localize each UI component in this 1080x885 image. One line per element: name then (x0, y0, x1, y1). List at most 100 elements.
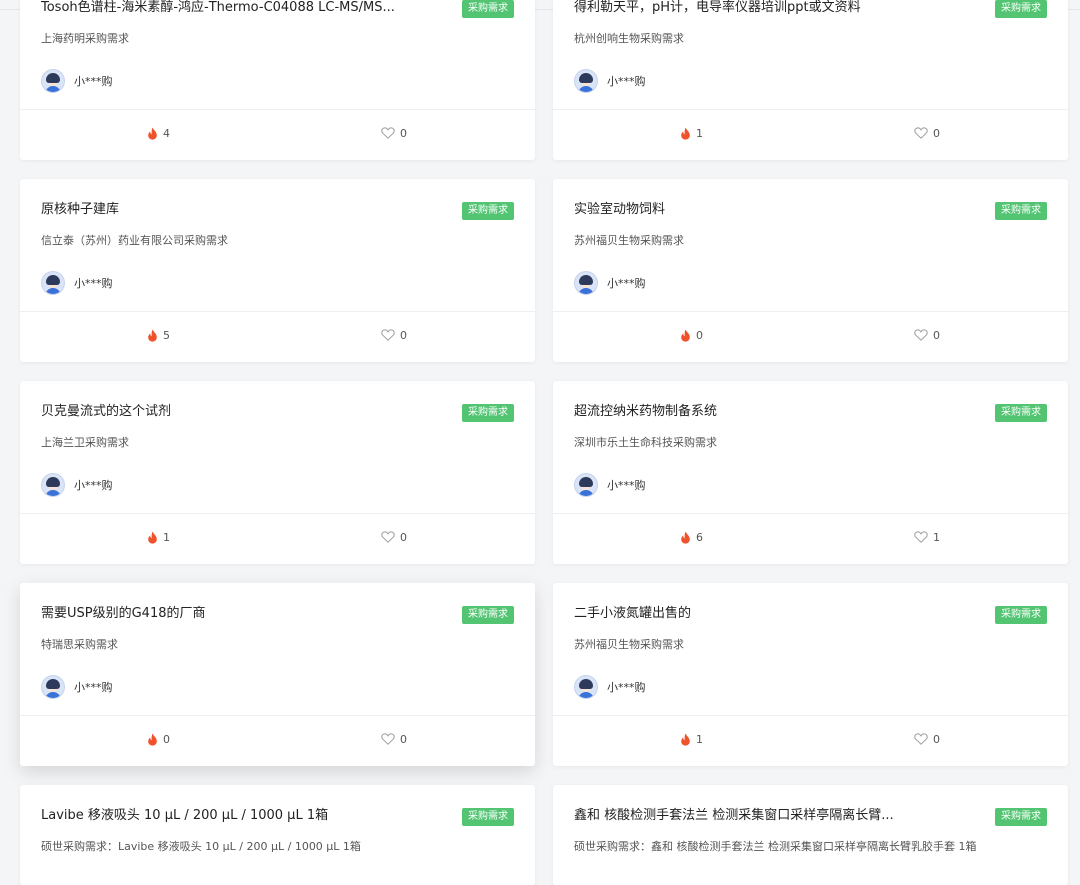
request-card[interactable]: 实验室动物饲料 采购需求 苏州福贝生物采购需求 小***购 0 0 (553, 179, 1068, 362)
card-company: 苏州福贝生物采购需求 (574, 638, 684, 651)
favorite-count[interactable]: 0 (381, 125, 407, 141)
hot-count: 6 (680, 529, 703, 545)
card-company: 硕世采购需求：Lavibe 移液吸头 10 µL / 200 µL / 1000… (41, 840, 361, 853)
favorite-value: 0 (933, 328, 940, 342)
avatar (574, 473, 598, 497)
heart-icon[interactable] (914, 329, 928, 341)
card-user: 小***购 (574, 675, 646, 699)
status-badge: 采购需求 (462, 808, 514, 826)
card-company: 上海药明采购需求 (41, 32, 129, 45)
hot-value: 0 (696, 328, 703, 342)
username: 小***购 (607, 277, 646, 290)
avatar (574, 69, 598, 93)
card-company: 杭州创响生物采购需求 (574, 32, 684, 45)
card-user: 小***购 (41, 675, 113, 699)
card-title[interactable]: 实验室动物饲料 (574, 201, 974, 219)
hot-value: 6 (696, 530, 703, 544)
card-divider (553, 311, 1068, 312)
favorite-value: 0 (933, 126, 940, 140)
card-title[interactable]: Lavibe 移液吸头 10 µL / 200 µL / 1000 µL 1箱 (41, 807, 441, 825)
favorite-count[interactable]: 0 (914, 731, 940, 747)
card-title[interactable]: 得利勒天平，pH计，电导率仪器培训ppt或文资料 (574, 0, 974, 17)
favorite-count[interactable]: 0 (381, 529, 407, 545)
card-company: 深圳市乐土生命科技采购需求 (574, 436, 717, 449)
flame-icon (680, 329, 691, 342)
hot-count: 4 (147, 125, 170, 141)
request-card[interactable]: 得利勒天平，pH计，电导率仪器培训ppt或文资料 采购需求 杭州创响生物采购需求… (553, 0, 1068, 160)
card-user: 小***购 (41, 69, 113, 93)
hot-value: 1 (696, 126, 703, 140)
flame-icon (147, 127, 158, 140)
request-card[interactable]: 贝克曼流式的这个试剂 采购需求 上海兰卫采购需求 小***购 1 0 (20, 381, 535, 564)
card-divider (20, 513, 535, 514)
favorite-value: 0 (400, 126, 407, 140)
favorite-value: 0 (400, 732, 407, 746)
flame-icon (147, 733, 158, 746)
heart-icon[interactable] (381, 733, 395, 745)
card-user: 小***购 (574, 69, 646, 93)
card-company: 上海兰卫采购需求 (41, 436, 129, 449)
request-card[interactable]: 超流控纳米药物制备系统 采购需求 深圳市乐土生命科技采购需求 小***购 6 1 (553, 381, 1068, 564)
avatar (574, 675, 598, 699)
status-badge: 采购需求 (462, 202, 514, 220)
card-title[interactable]: 超流控纳米药物制备系统 (574, 403, 974, 421)
favorite-count[interactable]: 0 (914, 125, 940, 141)
status-badge: 采购需求 (462, 0, 514, 18)
username: 小***购 (74, 277, 113, 290)
card-company: 特瑞思采购需求 (41, 638, 118, 651)
card-title[interactable]: Tosoh色谱柱-海米素醇-鸿应-Thermo-C04088 LC-MS/MS.… (41, 0, 441, 17)
card-divider (20, 311, 535, 312)
favorite-count[interactable]: 1 (914, 529, 940, 545)
card-title[interactable]: 需要USP级别的G418的厂商 (41, 605, 441, 623)
favorite-count[interactable]: 0 (381, 327, 407, 343)
request-card[interactable]: 需要USP级别的G418的厂商 采购需求 特瑞思采购需求 小***购 0 0 (20, 583, 535, 766)
card-title[interactable]: 贝克曼流式的这个试剂 (41, 403, 441, 421)
heart-icon[interactable] (381, 531, 395, 543)
request-card[interactable]: 二手小液氮罐出售的 采购需求 苏州福贝生物采购需求 小***购 1 0 (553, 583, 1068, 766)
favorite-value: 0 (400, 530, 407, 544)
flame-icon (680, 127, 691, 140)
request-card[interactable]: Lavibe 移液吸头 10 µL / 200 µL / 1000 µL 1箱 … (20, 785, 535, 885)
card-divider (553, 109, 1068, 110)
favorite-count[interactable]: 0 (381, 731, 407, 747)
request-card[interactable]: Tosoh色谱柱-海米素醇-鸿应-Thermo-C04088 LC-MS/MS.… (20, 0, 535, 160)
flame-icon (680, 531, 691, 544)
card-user: 小***购 (41, 271, 113, 295)
status-badge: 采购需求 (995, 202, 1047, 220)
card-divider (20, 715, 535, 716)
username: 小***购 (74, 479, 113, 492)
status-badge: 采购需求 (995, 606, 1047, 624)
status-badge: 采购需求 (995, 808, 1047, 826)
card-title[interactable]: 鑫和 核酸检测手套法兰 检测采集窗口采样亭隔离长臂... (574, 807, 974, 825)
avatar (41, 473, 65, 497)
hot-count: 0 (680, 327, 703, 343)
flame-icon (147, 329, 158, 342)
request-card[interactable]: 原核种子建库 采购需求 信立泰（苏州）药业有限公司采购需求 小***购 5 0 (20, 179, 535, 362)
card-title[interactable]: 二手小液氮罐出售的 (574, 605, 974, 623)
status-badge: 采购需求 (995, 404, 1047, 422)
favorite-count[interactable]: 0 (914, 327, 940, 343)
hot-value: 0 (163, 732, 170, 746)
heart-icon[interactable] (914, 531, 928, 543)
flame-icon (680, 733, 691, 746)
avatar (41, 675, 65, 699)
card-divider (20, 109, 535, 110)
card-title[interactable]: 原核种子建库 (41, 201, 441, 219)
card-user: 小***购 (574, 271, 646, 295)
hot-value: 4 (163, 126, 170, 140)
hot-count: 1 (680, 731, 703, 747)
request-card[interactable]: 鑫和 核酸检测手套法兰 检测采集窗口采样亭隔离长臂... 采购需求 硕世采购需求… (553, 785, 1068, 885)
username: 小***购 (607, 479, 646, 492)
heart-icon[interactable] (381, 127, 395, 139)
card-user: 小***购 (41, 473, 113, 497)
username: 小***购 (74, 681, 113, 694)
heart-icon[interactable] (914, 127, 928, 139)
card-divider (553, 513, 1068, 514)
heart-icon[interactable] (381, 329, 395, 341)
username: 小***购 (74, 75, 113, 88)
heart-icon[interactable] (914, 733, 928, 745)
card-user: 小***购 (574, 473, 646, 497)
favorite-value: 0 (400, 328, 407, 342)
status-badge: 采购需求 (462, 606, 514, 624)
avatar (41, 69, 65, 93)
